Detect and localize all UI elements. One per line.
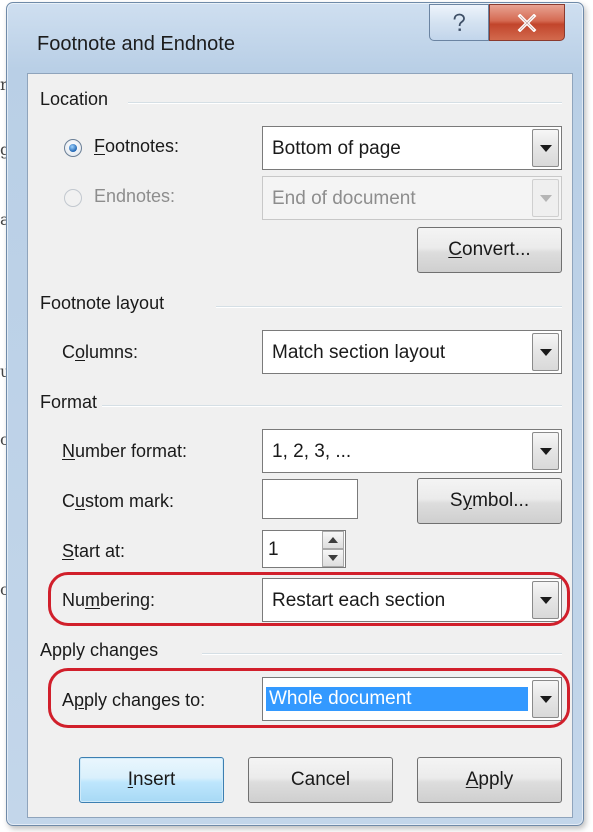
dropdown-arrow-icon[interactable] — [532, 179, 559, 217]
endnotes-location-value: End of document — [272, 188, 416, 209]
footnotes-radio[interactable] — [64, 139, 82, 157]
number-format-select[interactable]: 1, 2, 3, ... — [262, 429, 562, 473]
close-x-icon — [517, 13, 537, 32]
number-format-label: Number format: — [62, 441, 188, 461]
custom-mark-label: Custom mark: — [62, 491, 175, 511]
start-at-spinner[interactable]: 1 — [262, 530, 346, 568]
symbol-button[interactable]: Symbol... — [417, 478, 562, 524]
spin-down-icon[interactable] — [322, 549, 344, 567]
footnote-layout-heading: Footnote layout — [40, 293, 165, 313]
apply-changes-heading: Apply changes — [40, 640, 159, 660]
dropdown-arrow-icon[interactable] — [532, 129, 559, 167]
dropdown-arrow-icon[interactable] — [532, 333, 559, 371]
numbering-select[interactable]: Restart each section — [262, 578, 562, 622]
custom-mark-input[interactable] — [262, 479, 358, 519]
section-divider — [102, 405, 562, 407]
apply-changes-to-select[interactable]: Whole document — [262, 677, 562, 721]
help-button[interactable] — [429, 4, 489, 41]
start-at-value: 1 — [268, 539, 279, 560]
columns-label: Columns: — [62, 342, 139, 362]
section-divider — [216, 306, 562, 308]
footnotes-location-select[interactable]: Bottom of page — [262, 126, 562, 170]
apply-changes-to-label: Apply changes to: — [62, 690, 206, 710]
columns-value: Match section layout — [272, 342, 446, 363]
convert-button[interactable]: Convert... — [417, 227, 562, 273]
dropdown-arrow-icon[interactable] — [532, 680, 559, 718]
apply-changes-to-value: Whole document — [266, 687, 528, 711]
insert-button[interactable]: Insert — [79, 757, 224, 803]
dialog-title: Footnote and Endnote — [37, 33, 235, 55]
endnotes-radio[interactable] — [64, 189, 82, 207]
start-at-label: Start at: — [62, 541, 126, 561]
question-mark-icon — [453, 13, 465, 31]
location-heading: Location — [40, 89, 109, 109]
section-divider — [128, 102, 562, 104]
endnotes-location-select[interactable]: End of document — [262, 176, 562, 220]
format-heading: Format — [40, 392, 98, 412]
section-divider — [202, 653, 562, 655]
endnotes-label: Endnotes: — [94, 186, 176, 206]
columns-select[interactable]: Match section layout — [262, 330, 562, 374]
numbering-value: Restart each section — [272, 590, 446, 611]
numbering-label: Numbering: — [62, 590, 156, 610]
radio-selected-dot — [69, 144, 77, 152]
apply-button[interactable]: Apply — [417, 757, 562, 803]
cancel-button[interactable]: Cancel — [248, 757, 393, 803]
dropdown-arrow-icon[interactable] — [532, 432, 559, 470]
dropdown-arrow-icon[interactable] — [532, 581, 559, 619]
dialog-client-area: Location Footnotes: Bottom of page Endno… — [27, 73, 573, 818]
footnote-endnote-dialog: Footnote and Endnote Location Footnotes:… — [6, 2, 584, 826]
number-format-value: 1, 2, 3, ... — [272, 441, 352, 462]
close-button[interactable] — [489, 4, 565, 41]
spin-up-icon[interactable] — [322, 531, 344, 549]
footnotes-label: Footnotes: — [94, 136, 180, 156]
footnotes-location-value: Bottom of page — [272, 138, 401, 159]
